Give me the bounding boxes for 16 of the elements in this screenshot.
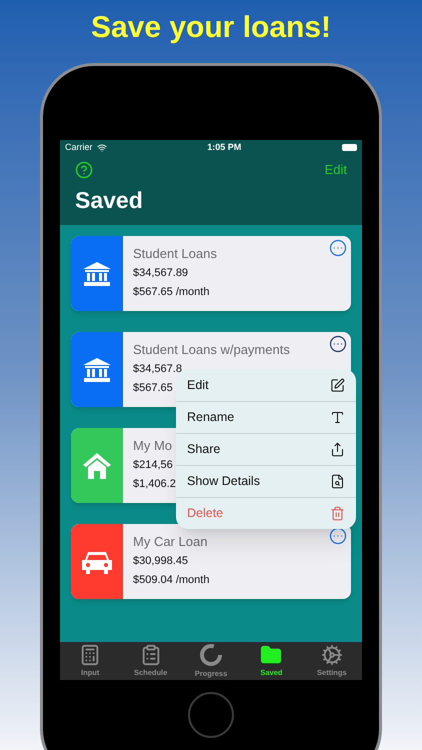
loan-amount: $34,567.8: [133, 362, 182, 377]
loan-amount: $34,567.89: [133, 266, 188, 281]
monthly-payment: $567.65: [133, 381, 173, 396]
monthly-payment: $1,406.2: [133, 477, 176, 492]
loan-name: My Mo: [133, 438, 172, 454]
loan-amount: $30,998.45: [133, 554, 188, 569]
monthly-payment: $567.65 /month: [133, 285, 210, 300]
clock: 1:05 PM: [207, 140, 242, 154]
monthly-payment: $509.04 /month: [133, 573, 210, 588]
carrier-label: Carrier: [65, 140, 93, 154]
headline: Save your loans!: [90, 10, 332, 46]
loan-name: My Car Loan: [133, 534, 208, 550]
loan-name: Student Loans w/payments: [133, 342, 290, 358]
loan-name: Student Loans: [133, 246, 217, 262]
loan-amount: $214,56: [133, 458, 173, 473]
page-title: Saved: [74, 186, 144, 215]
